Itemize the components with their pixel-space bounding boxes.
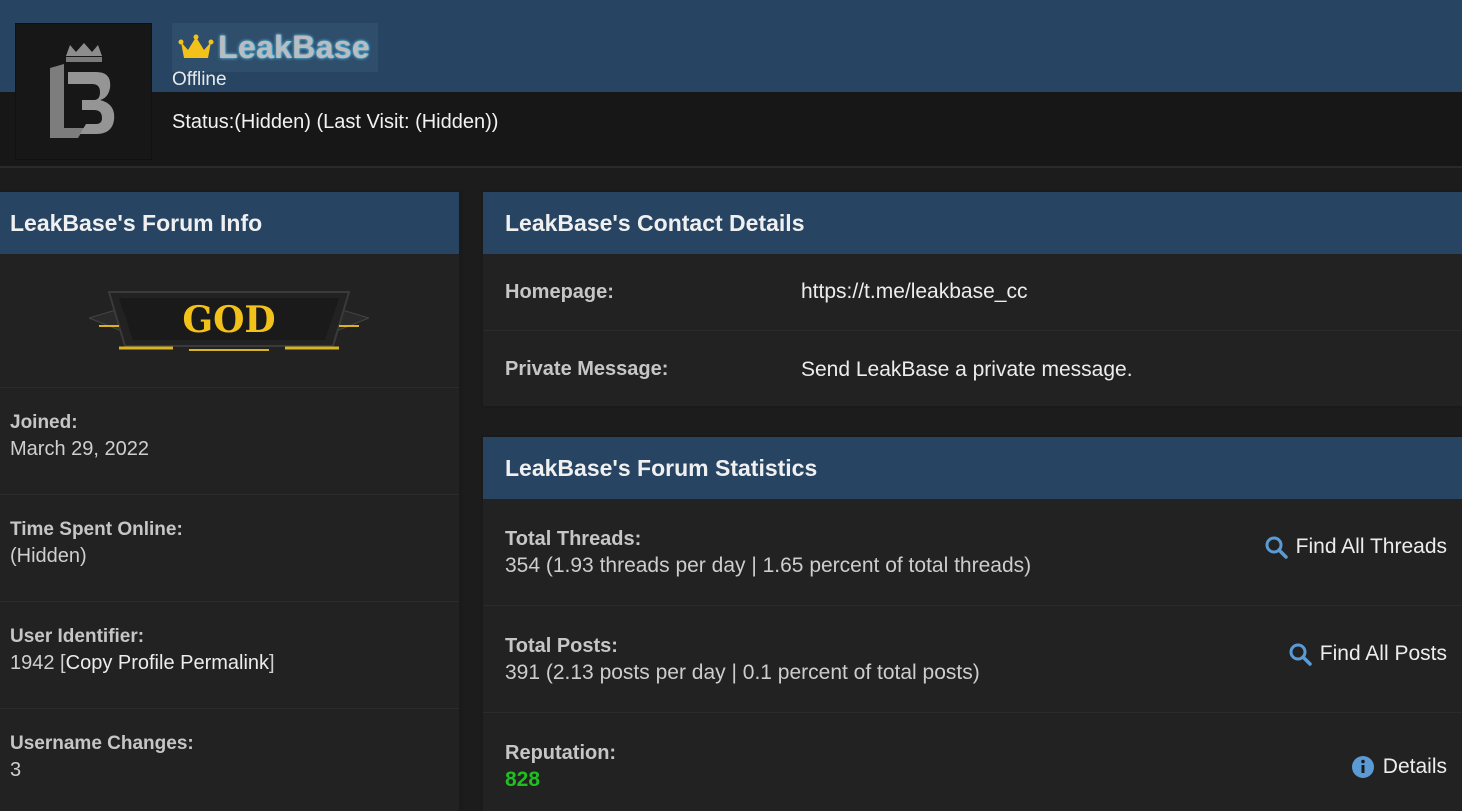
god-rank-badge-icon: GOD — [88, 290, 369, 351]
username-badge[interactable]: LeakBase — [172, 23, 378, 72]
time-online-row: Time Spent Online: (Hidden) — [0, 495, 459, 602]
reputation-details-button[interactable]: Details — [1351, 755, 1447, 779]
contact-details-title: LeakBase's Contact Details — [483, 192, 1462, 254]
private-message-row: Private Message: Send LeakBase a private… — [483, 331, 1462, 408]
reputation-value: 828 — [505, 768, 541, 791]
username-changes-label: Username Changes: — [10, 733, 194, 754]
joined-value: March 29, 2022 — [10, 438, 149, 460]
rank-row: GOD — [0, 254, 459, 388]
forum-statistics-title: LeakBase's Forum Statistics — [483, 437, 1462, 499]
details-label: Details — [1382, 755, 1447, 778]
joined-row: Joined: March 29, 2022 — [0, 388, 459, 495]
send-private-message-link[interactable]: Send LeakBase a private message. — [801, 358, 1133, 382]
username: LeakBase — [218, 29, 370, 65]
reputation-row: Reputation: 828 Details — [483, 713, 1462, 811]
forum-info-panel: LeakBase's Forum Info GOD Joined: March … — [0, 190, 463, 811]
avatar[interactable] — [15, 23, 152, 160]
user-identifier-value: 1942 [Copy Profile Permalink] — [10, 652, 275, 674]
copy-permalink-link[interactable]: Copy Profile Permalink — [66, 652, 269, 674]
online-status: Offline — [172, 69, 227, 90]
username-changes-row: Username Changes: 3 — [0, 709, 459, 811]
total-posts-row: Total Posts: 391 (2.13 posts per day | 0… — [483, 606, 1462, 713]
user-id-number: 1942 — [10, 652, 55, 674]
joined-label: Joined: — [10, 412, 78, 433]
crown-icon — [178, 34, 214, 58]
time-online-label: Time Spent Online: — [10, 519, 183, 540]
last-visit-status: Status:(Hidden) (Last Visit: (Hidden)) — [172, 111, 499, 133]
total-threads-row: Total Threads: 354 (1.93 threads per day… — [483, 499, 1462, 606]
reputation-label: Reputation: — [505, 742, 617, 764]
search-icon — [1265, 536, 1288, 559]
find-all-threads-button[interactable]: Find All Threads — [1264, 535, 1447, 559]
find-all-posts-button[interactable]: Find All Posts — [1288, 642, 1447, 666]
forum-info-title: LeakBase's Forum Info — [0, 192, 459, 254]
forum-statistics-panel: LeakBase's Forum Statistics Total Thread… — [481, 435, 1462, 811]
search-icon — [1289, 643, 1312, 666]
find-all-posts-label: Find All Posts — [1319, 642, 1447, 665]
time-online-value: (Hidden) — [10, 545, 87, 567]
rank-text: GOD — [182, 299, 275, 341]
user-identifier-label: User Identifier: — [10, 626, 145, 647]
user-identifier-row: User Identifier: 1942 [Copy Profile Perm… — [0, 602, 459, 709]
homepage-label: Homepage: — [505, 280, 614, 303]
homepage-row: Homepage: https://t.me/leakbase_cc — [483, 254, 1462, 331]
leakbase-logo-icon — [49, 42, 114, 138]
find-all-threads-label: Find All Threads — [1295, 535, 1447, 558]
info-icon — [1351, 756, 1374, 778]
contact-details-panel: LeakBase's Contact Details Homepage: htt… — [481, 190, 1462, 408]
private-message-label: Private Message: — [505, 358, 669, 380]
homepage-link[interactable]: https://t.me/leakbase_cc — [801, 280, 1027, 304]
username-changes-value: 3 — [10, 759, 22, 781]
